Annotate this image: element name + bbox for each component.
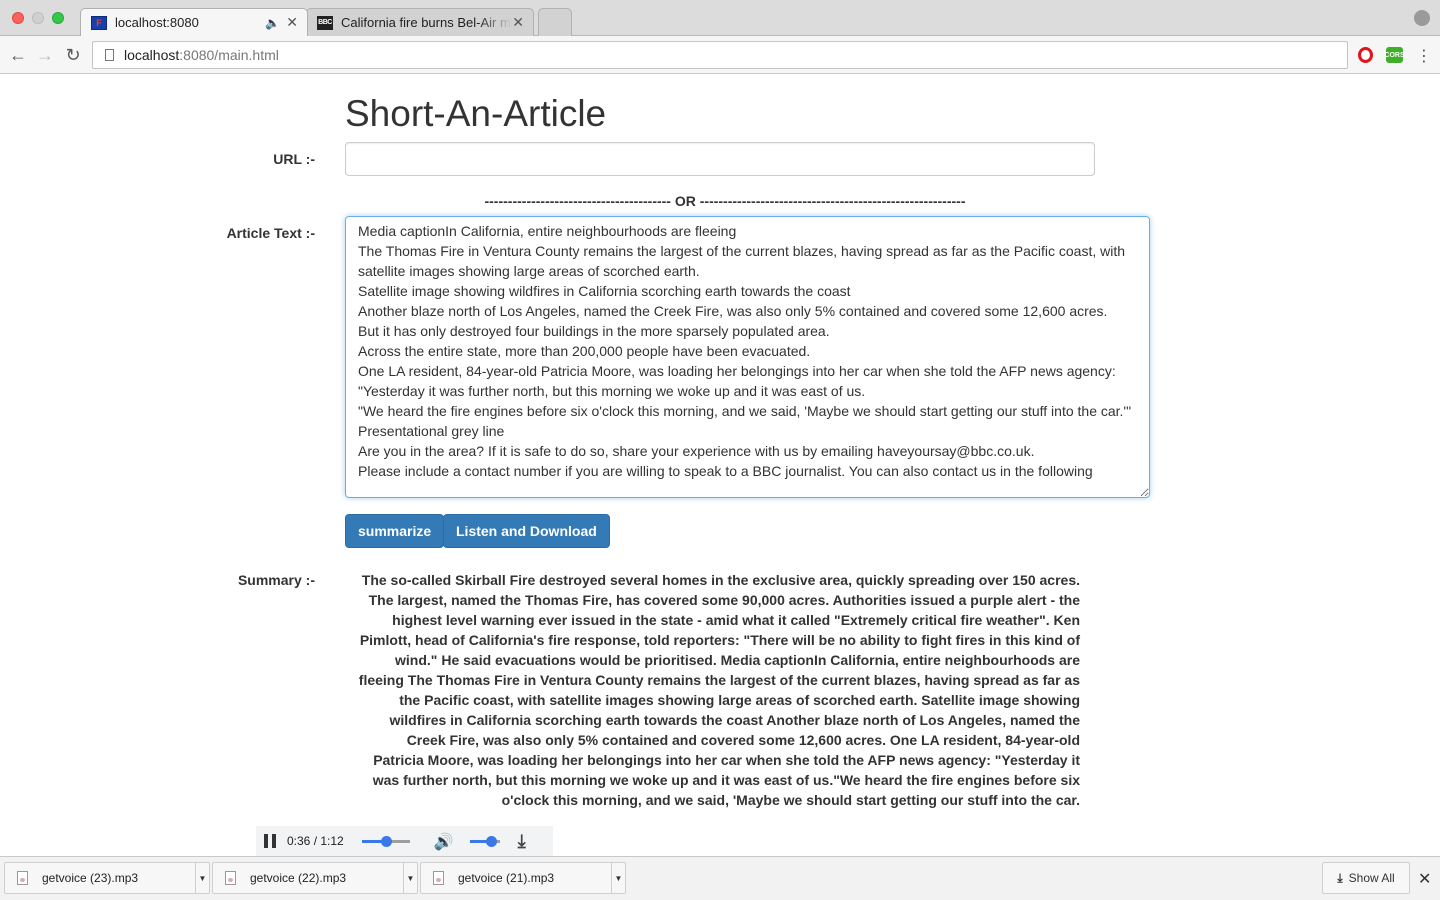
show-all-label: Show All: [1348, 871, 1395, 885]
audio-file-icon: [225, 871, 236, 885]
minimize-window-button[interactable]: [32, 12, 44, 24]
audio-file-icon: [17, 871, 28, 885]
menu-icon[interactable]: ⋮: [1416, 46, 1432, 66]
or-divider: ----------------------------------------…: [484, 193, 966, 209]
audio-file-icon: [433, 871, 444, 885]
pause-icon[interactable]: [264, 834, 276, 848]
chevron-down-icon[interactable]: ▼: [195, 863, 209, 893]
f-icon: F: [91, 15, 107, 30]
listen-download-button[interactable]: Listen and Download: [443, 514, 610, 548]
time-readout: 0:36 / 1:12: [287, 834, 344, 848]
article-text-label: Article Text :-: [226, 225, 315, 241]
close-icon[interactable]: ✕: [1418, 869, 1431, 889]
bbc-icon: BBC: [317, 15, 333, 30]
close-icon[interactable]: ✕: [512, 14, 524, 31]
tab-title: localhost:8080: [115, 15, 199, 30]
speaker-icon[interactable]: 🔈: [265, 16, 280, 30]
audio-player: 0:36 / 1:12 🔊 ⤓: [256, 826, 553, 856]
volume-slider[interactable]: [469, 835, 500, 847]
article-textarea[interactable]: Media captionIn California, entire neigh…: [345, 216, 1150, 498]
download-item[interactable]: getvoice (22).mp3 ▼: [212, 862, 418, 894]
back-arrow-icon[interactable]: ←: [7, 44, 29, 66]
page-content: Short-An-Article URL :- ----------------…: [0, 75, 1440, 856]
reload-icon[interactable]: ↻: [62, 44, 84, 66]
download-icon: ⤓: [1337, 870, 1343, 885]
tab-localhost[interactable]: F localhost:8080 🔈 ✕: [80, 8, 308, 36]
browser-toolbar: ← → ↻ localhost:8080/main.html CORS ⋮: [0, 36, 1440, 74]
url-host: localhost: [124, 47, 180, 63]
maximize-window-button[interactable]: [52, 12, 64, 24]
tab-title: California fire burns Bel-Air mansions: [341, 15, 512, 30]
download-filename: getvoice (23).mp3: [42, 871, 139, 885]
download-filename: getvoice (22).mp3: [250, 871, 347, 885]
forward-arrow-icon[interactable]: →: [34, 44, 56, 66]
download-filename: getvoice (21).mp3: [458, 871, 555, 885]
opera-icon[interactable]: [1358, 47, 1373, 63]
tab-bar: F localhost:8080 🔈 ✕ BBC California fire…: [0, 0, 1440, 36]
download-item[interactable]: getvoice (21).mp3 ▼: [420, 862, 626, 894]
close-window-button[interactable]: [12, 12, 24, 24]
page-title: Short-An-Article: [345, 93, 607, 134]
summary-text: The so-called Skirball Fire destroyed se…: [358, 572, 1080, 808]
download-icon[interactable]: ⤓: [518, 831, 526, 852]
close-icon[interactable]: ✕: [286, 14, 298, 31]
url-label: URL :-: [273, 151, 315, 167]
url-path: :8080/main.html: [179, 47, 279, 63]
profile-icon[interactable]: [1414, 10, 1430, 26]
chevron-down-icon[interactable]: ▼: [403, 863, 417, 893]
url-input[interactable]: [345, 142, 1095, 176]
new-tab-button[interactable]: [538, 8, 572, 36]
volume-icon[interactable]: 🔊: [434, 832, 454, 851]
download-shelf: getvoice (23).mp3 ▼ getvoice (22).mp3 ▼ …: [0, 856, 1440, 900]
download-item[interactable]: getvoice (23).mp3 ▼: [4, 862, 210, 894]
cors-extension-icon[interactable]: CORS: [1384, 47, 1405, 63]
address-bar[interactable]: localhost:8080/main.html: [92, 41, 1348, 69]
tab-bbc-article[interactable]: BBC California fire burns Bel-Air mansio…: [306, 8, 534, 36]
show-all-button[interactable]: ⤓ Show All: [1322, 862, 1410, 894]
summary-label: Summary :-: [237, 572, 315, 588]
summarize-button[interactable]: summarize: [345, 514, 445, 548]
chevron-down-icon[interactable]: ▼: [611, 863, 625, 893]
progress-slider[interactable]: [361, 835, 410, 847]
page-icon: [105, 49, 114, 61]
